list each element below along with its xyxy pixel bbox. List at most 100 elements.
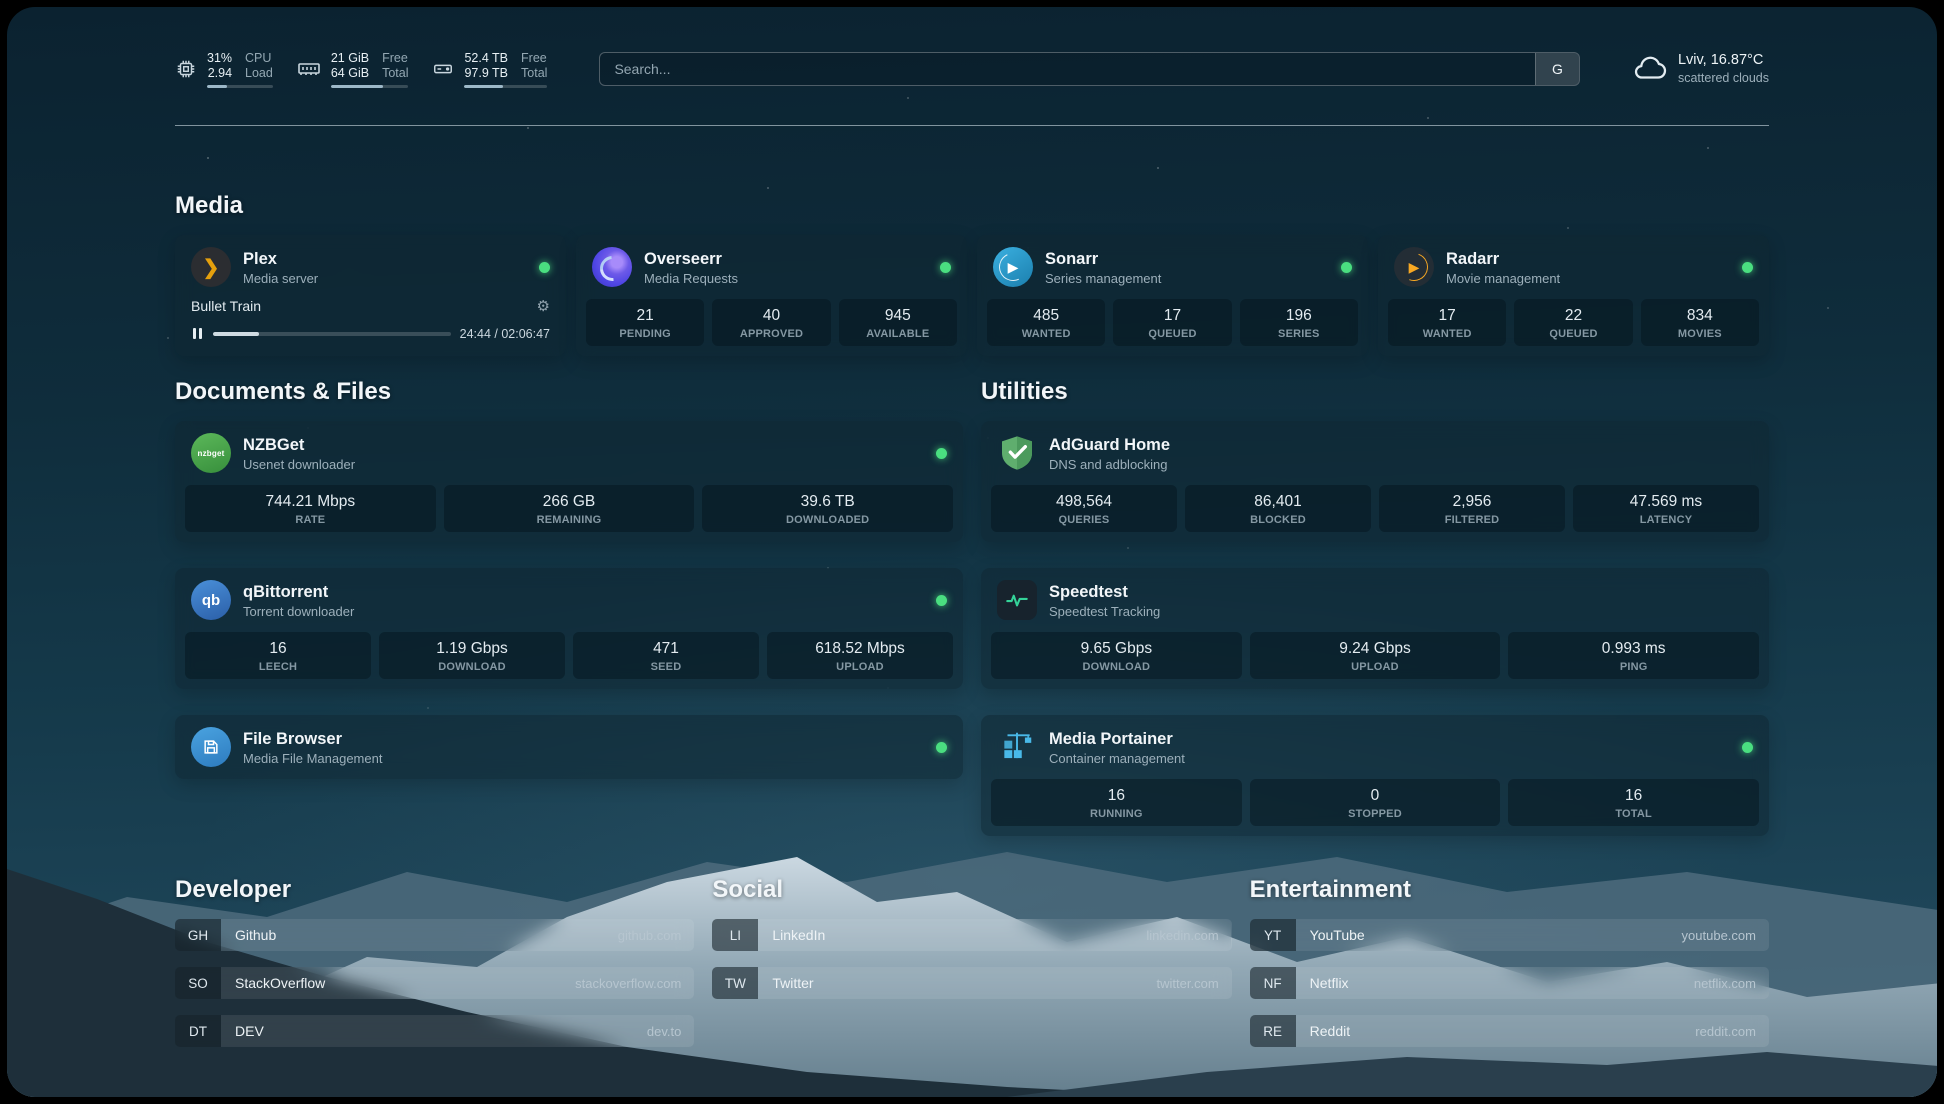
section-media: Media ❯ Plex Media server Bullet Train <box>175 192 1769 356</box>
bookmark-group-social: Social LI LinkedIn linkedin.com TW Twitt… <box>712 876 1231 1047</box>
service-description: Series management <box>1045 271 1161 286</box>
cpu-progress-bar <box>207 85 273 88</box>
cpu-usage-value: 31% <box>207 51 232 66</box>
service-card-nzbget[interactable]: nzbget NZBGet Usenet downloader 744.21 M… <box>175 421 963 542</box>
disk-widget: 52.4 TB 97.9 TB Free Total <box>432 51 547 88</box>
search-provider-button[interactable]: G <box>1535 53 1579 85</box>
bookmark-abbr: TW <box>712 967 758 999</box>
bookmark-youtube[interactable]: YT YouTube youtube.com <box>1250 919 1769 951</box>
search-input[interactable] <box>600 53 1535 85</box>
service-description: Torrent downloader <box>243 604 354 619</box>
service-card-radarr[interactable]: ▶ Radarr Movie management 17 WANTED <box>1378 235 1769 356</box>
bookmark-dev[interactable]: DT DEV dev.to <box>175 1015 694 1047</box>
status-dot <box>936 742 947 753</box>
service-card-qbittorrent[interactable]: qb qBittorrent Torrent downloader 16 LEE… <box>175 568 963 689</box>
disk-progress-bar <box>464 85 547 88</box>
bookmark-url: youtube.com <box>1682 928 1769 943</box>
service-card-filebrowser[interactable]: File Browser Media File Management <box>175 715 963 779</box>
stat-queries: 498,564 QUERIES <box>991 485 1177 532</box>
bookmark-group-entertainment: Entertainment YT YouTube youtube.com NF … <box>1250 876 1769 1047</box>
stat-wanted: 17 WANTED <box>1388 299 1506 346</box>
service-description: Media File Management <box>243 751 382 766</box>
status-dot <box>936 595 947 606</box>
cpu-load-label: Load <box>245 66 273 81</box>
qbittorrent-icon: qb <box>191 580 231 620</box>
now-playing-title: Bullet Train <box>191 298 261 314</box>
service-card-adguard[interactable]: AdGuard Home DNS and adblocking 498,564 … <box>981 421 1769 542</box>
bookmark-abbr: LI <box>712 919 758 951</box>
bookmark-abbr: NF <box>1250 967 1296 999</box>
bookmark-stackoverflow[interactable]: SO StackOverflow stackoverflow.com <box>175 967 694 999</box>
weather-widget: Lviv, 16.87°C scattered clouds <box>1632 49 1769 90</box>
stat-blocked: 86,401 BLOCKED <box>1185 485 1371 532</box>
stat-download: 1.19 Gbps DOWNLOAD <box>379 632 565 679</box>
bookmark-group-developer: Developer GH Github github.com SO StackO… <box>175 876 694 1047</box>
stat-latency: 47.569 ms LATENCY <box>1573 485 1759 532</box>
service-name: Radarr <box>1446 249 1560 269</box>
sonarr-icon: ▶ <box>993 247 1033 287</box>
bookmark-abbr: YT <box>1250 919 1296 951</box>
radarr-icon: ▶ <box>1394 247 1434 287</box>
bookmark-url: dev.to <box>647 1024 694 1039</box>
speedtest-pulse-icon <box>997 580 1037 620</box>
bookmark-name: StackOverflow <box>221 975 325 991</box>
service-description: Usenet downloader <box>243 457 355 472</box>
section-title-developer: Developer <box>175 876 694 904</box>
stat-upload: 9.24 Gbps UPLOAD <box>1250 632 1501 679</box>
gear-icon[interactable]: ⚙ <box>537 297 550 315</box>
status-dot <box>539 262 550 273</box>
bookmark-url: twitter.com <box>1157 976 1232 991</box>
bookmark-url: reddit.com <box>1695 1024 1769 1039</box>
top-bar: 31% 2.94 CPU Load <box>175 45 1769 93</box>
service-name: Plex <box>243 249 318 269</box>
pause-button[interactable] <box>191 326 204 341</box>
bookmark-url: linkedin.com <box>1146 928 1231 943</box>
service-card-portainer[interactable]: Media Portainer Container management 16 … <box>981 715 1769 836</box>
status-dot <box>1742 742 1753 753</box>
bookmark-abbr: DT <box>175 1015 221 1047</box>
service-card-speedtest[interactable]: Speedtest Speedtest Tracking 9.65 Gbps D… <box>981 568 1769 689</box>
bookmark-url: github.com <box>618 928 695 943</box>
memory-total-value: 64 GiB <box>331 66 369 81</box>
service-name: NZBGet <box>243 435 355 455</box>
bookmark-twitter[interactable]: TW Twitter twitter.com <box>712 967 1231 999</box>
memory-widget: 21 GiB 64 GiB Free Total <box>297 51 409 88</box>
stat-leech: 16 LEECH <box>185 632 371 679</box>
service-card-plex[interactable]: ❯ Plex Media server Bullet Train ⚙ <box>175 235 566 356</box>
playback-progress[interactable] <box>213 332 451 336</box>
status-dot <box>940 262 951 273</box>
cpu-widget: 31% 2.94 CPU Load <box>175 51 273 88</box>
overseerr-icon <box>592 247 632 287</box>
bookmark-name: LinkedIn <box>758 927 825 943</box>
service-name: Speedtest <box>1049 582 1160 602</box>
bookmark-name: Netflix <box>1296 975 1349 991</box>
bookmark-name: Twitter <box>758 975 813 991</box>
service-name: Sonarr <box>1045 249 1161 269</box>
bookmark-linkedin[interactable]: LI LinkedIn linkedin.com <box>712 919 1231 951</box>
playback-time: 24:44 / 02:06:47 <box>460 327 550 341</box>
bookmark-github[interactable]: GH Github github.com <box>175 919 694 951</box>
bookmark-url: netflix.com <box>1694 976 1769 991</box>
stat-ping: 0.993 ms PING <box>1508 632 1759 679</box>
service-card-sonarr[interactable]: ▶ Sonarr Series management 485 WANTED <box>977 235 1368 356</box>
stat-available: 945 AVAILABLE <box>839 299 957 346</box>
service-card-overseerr[interactable]: Overseerr Media Requests 21 PENDING 40 A… <box>576 235 967 356</box>
weather-condition: scattered clouds <box>1678 69 1769 87</box>
bookmark-abbr: RE <box>1250 1015 1296 1047</box>
bookmark-name: YouTube <box>1296 927 1365 943</box>
status-dot <box>1341 262 1352 273</box>
stat-seed: 471 SEED <box>573 632 759 679</box>
stat-wanted: 485 WANTED <box>987 299 1105 346</box>
filebrowser-icon <box>191 727 231 767</box>
bookmark-reddit[interactable]: RE Reddit reddit.com <box>1250 1015 1769 1047</box>
section-title-utilities: Utilities <box>981 378 1769 406</box>
search-bar: G <box>599 52 1580 86</box>
stat-queued: 17 QUEUED <box>1113 299 1231 346</box>
memory-free-value: 21 GiB <box>331 51 369 66</box>
adguard-shield-icon <box>997 433 1037 473</box>
stat-approved: 40 APPROVED <box>712 299 830 346</box>
dashboard-window: 31% 2.94 CPU Load <box>7 7 1937 1097</box>
stat-remaining: 266 GB REMAINING <box>444 485 695 532</box>
bookmark-netflix[interactable]: NF Netflix netflix.com <box>1250 967 1769 999</box>
section-title-documents: Documents & Files <box>175 378 963 406</box>
